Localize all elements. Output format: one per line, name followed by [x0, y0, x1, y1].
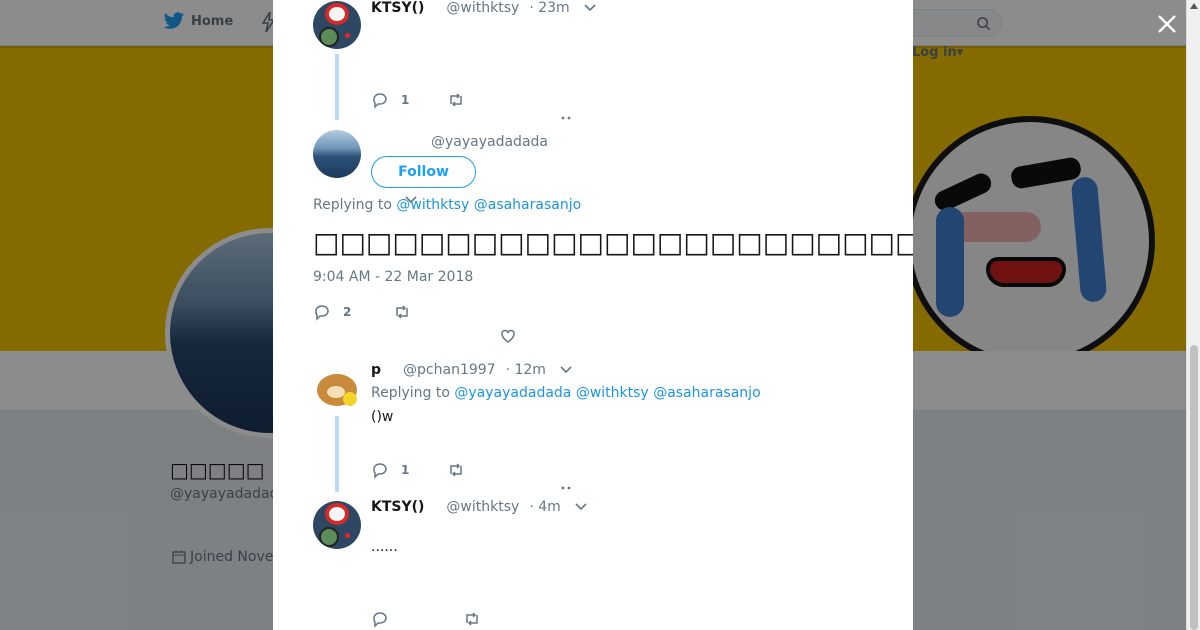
close-icon[interactable] — [1155, 12, 1179, 36]
tweet-time[interactable]: · 4m — [529, 499, 560, 515]
avatar[interactable] — [313, 501, 361, 549]
tweet-author-name[interactable]: KTSY() — [371, 499, 424, 515]
tweet-actions — [371, 610, 481, 628]
scroll-up-icon[interactable] — [1190, 3, 1198, 9]
tweet-text: ...... — [371, 539, 398, 555]
reply-icon — [373, 612, 387, 628]
page-scrollbar[interactable] — [1186, 0, 1200, 630]
scrollbar-thumb[interactable] — [1190, 345, 1198, 630]
chevron-down-icon[interactable] — [575, 503, 587, 511]
tweet-author-handle[interactable]: @withktsy — [446, 499, 519, 515]
tweet-header: KTSY() @withktsy · 4m — [371, 499, 587, 515]
retweet-icon — [466, 612, 478, 626]
retweet-button[interactable] — [463, 610, 481, 628]
reply-button[interactable] — [371, 610, 401, 628]
tweet-modal: KTSY() @withktsy · 23m 1 @yayayadadada F… — [273, 0, 913, 630]
tweet-ktsy-2[interactable]: KTSY() @withktsy · 4m ...... — [273, 0, 913, 630]
